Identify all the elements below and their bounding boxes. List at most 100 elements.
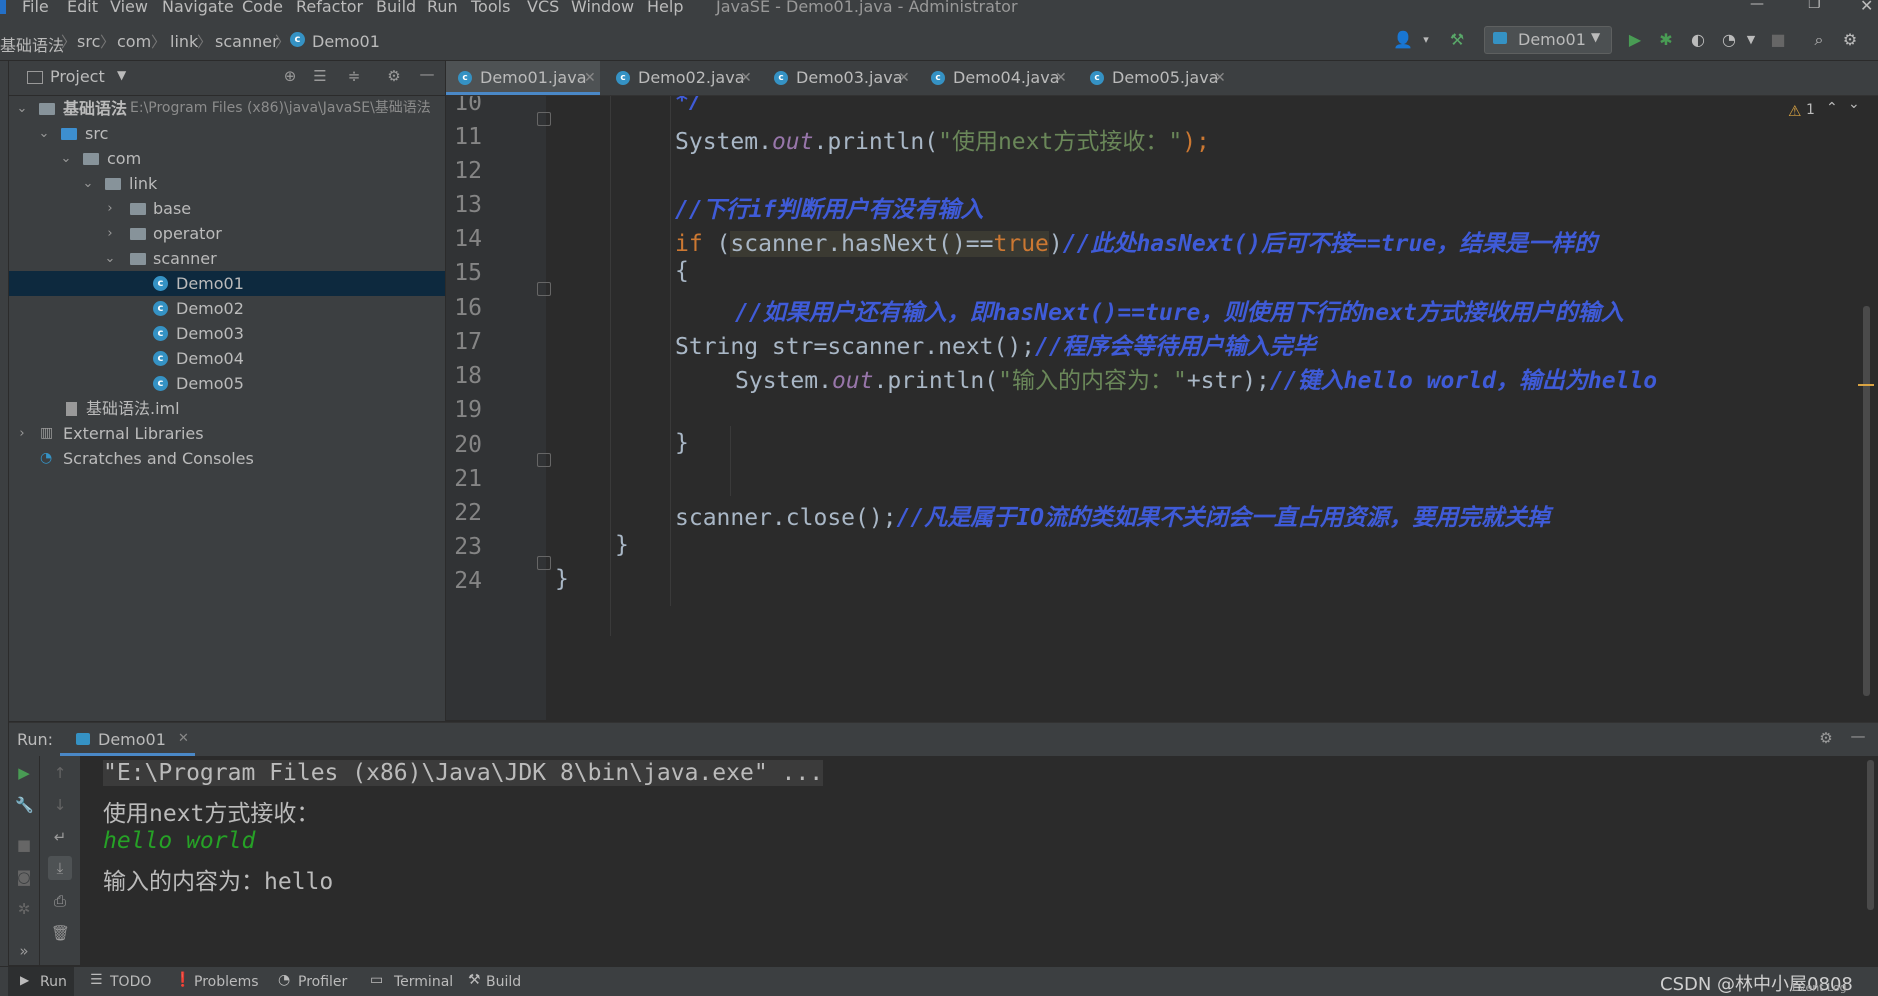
settings-gear-icon[interactable]: ⚙ [1817, 729, 1835, 747]
tab-demo01[interactable]: c Demo01.java ✕ [446, 61, 600, 95]
tool-run-button[interactable]: ▶ Run [8, 967, 74, 996]
more-icon[interactable]: » [15, 942, 33, 960]
tool-profiler-button[interactable]: ◔ Profiler [276, 967, 347, 996]
warning-icon[interactable]: ⚠ [1788, 102, 1801, 120]
tree-item-demo03[interactable]: c Demo03 [9, 321, 445, 346]
run-configuration-select[interactable]: Demo01 ▼ [1484, 26, 1612, 54]
vertical-scrollbar[interactable] [1863, 306, 1870, 696]
tree-item-iml[interactable]: 基础语法.iml [9, 396, 445, 421]
menu-refactor[interactable]: Refactor [296, 0, 363, 16]
tab-demo03[interactable]: c Demo03.java ✕ [762, 61, 914, 95]
tree-item-com[interactable]: ⌄ com [9, 146, 445, 171]
menu-tools[interactable]: Tools [471, 0, 510, 16]
minimize-icon[interactable]: — [1750, 0, 1764, 12]
tool-problems-button[interactable]: ❗ Problems [172, 967, 259, 996]
next-highlight-icon[interactable]: ⌄ [1848, 96, 1860, 112]
close-tab-icon[interactable]: ✕ [740, 61, 752, 95]
expand-all-icon[interactable]: ☰ [311, 67, 329, 85]
rerun-icon[interactable]: ▶ [15, 764, 33, 782]
tree-item-src[interactable]: ⌄ src [9, 121, 445, 146]
console-output[interactable]: "E:\Program Files (x86)\Java\JDK 8\bin\j… [81, 756, 1878, 965]
breadcrumb-scanner[interactable]: scanner [215, 32, 279, 51]
menu-vcs[interactable]: VCS [527, 0, 559, 16]
profile-icon[interactable]: ◔ [1719, 30, 1739, 50]
breadcrumb-project[interactable]: 基础语法 [0, 32, 64, 56]
stop-icon[interactable]: ■ [15, 836, 33, 854]
run-icon[interactable]: ▶ [1625, 30, 1645, 50]
tab-demo05[interactable]: c Demo05.java ✕ [1078, 61, 1230, 95]
collapse-all-icon[interactable]: ≑ [345, 67, 363, 85]
menu-file[interactable]: File [22, 0, 49, 16]
tree-item-external-libraries[interactable]: › ▥ External Libraries [9, 421, 445, 446]
breadcrumb-com[interactable]: com [117, 32, 151, 51]
tree-item-operator[interactable]: › operator [9, 221, 445, 246]
menu-window[interactable]: Window [571, 0, 634, 16]
build-hammer-icon[interactable]: ⚒ [1447, 30, 1467, 50]
tree-item-demo04[interactable]: c Demo04 [9, 346, 445, 371]
tree-item-demo01[interactable]: c Demo01 [9, 271, 445, 296]
breadcrumb-link[interactable]: link [170, 32, 198, 51]
menu-edit[interactable]: Edit [67, 0, 98, 16]
tree-item-scratches[interactable]: ◔ Scratches and Consoles [9, 446, 445, 471]
project-view-label[interactable]: Project [50, 67, 105, 86]
settings-gear-icon[interactable]: ⚙ [1840, 30, 1860, 50]
menu-navigate[interactable]: Navigate [162, 0, 234, 16]
breadcrumb-demo01[interactable]: Demo01 [312, 32, 380, 51]
hide-panel-icon[interactable]: — [418, 65, 436, 83]
up-arrow-icon[interactable]: ↑ [51, 764, 69, 782]
camera-icon[interactable]: ◙ [15, 868, 33, 886]
tree-item-demo02[interactable]: c Demo02 [9, 296, 445, 321]
event-log-button[interactable]: Event Log [1792, 981, 1847, 994]
warning-marker[interactable] [1858, 384, 1874, 386]
tool-build-button[interactable]: ⚒ Build [466, 967, 526, 996]
tree-item-link[interactable]: ⌄ link [9, 171, 445, 196]
down-arrow-icon[interactable]: ↓ [51, 796, 69, 814]
chevron-down-icon[interactable]: ▼ [117, 68, 126, 82]
fold-marker-icon[interactable] [537, 556, 551, 570]
tool-todo-button[interactable]: ☰ TODO [88, 967, 156, 996]
close-tab-icon[interactable]: ✕ [584, 61, 596, 95]
tree-item-base[interactable]: › base [9, 196, 445, 221]
menu-run[interactable]: Run [427, 0, 458, 16]
hide-panel-icon[interactable]: — [1849, 727, 1867, 745]
breadcrumb-src[interactable]: src [77, 32, 100, 51]
code-editor[interactable]: 10 11 12 13 14 15 16 17 18 19 20 21 22 2… [446, 96, 1878, 720]
menu-help[interactable]: Help [647, 0, 683, 16]
chevron-down-icon[interactable]: ▼ [1741, 30, 1761, 50]
trash-icon[interactable]: 🗑 [51, 924, 70, 942]
console-scrollbar[interactable] [1867, 760, 1874, 910]
tab-demo04[interactable]: c Demo04.java ✕ [919, 61, 1071, 95]
modify-config-wrench-icon[interactable]: 🔧 [15, 796, 34, 814]
previous-highlight-icon[interactable]: ⌃ [1826, 100, 1838, 116]
fold-marker-icon[interactable] [537, 453, 551, 467]
tree-item-scanner[interactable]: ⌄ scanner [9, 246, 445, 271]
run-tab-demo01[interactable]: Demo01 ✕ [60, 723, 195, 756]
debug-gear-icon[interactable]: ✲ [15, 900, 33, 918]
close-tab-icon[interactable]: ✕ [1214, 61, 1226, 95]
tree-item-demo05[interactable]: c Demo05 [9, 371, 445, 396]
tree-item-project-root[interactable]: ⌄ 基础语法 E:\Program Files (x86)\java\JavaS… [9, 96, 445, 121]
tab-demo02[interactable]: c Demo02.java ✕ [604, 61, 756, 95]
fold-marker-icon[interactable] [537, 112, 551, 126]
close-window-icon[interactable]: ✕ [1860, 0, 1873, 15]
chevron-down-icon[interactable]: ▾ [1416, 30, 1436, 50]
menu-view[interactable]: View [110, 0, 148, 16]
stop-icon[interactable]: ■ [1768, 30, 1788, 50]
scroll-to-end-icon[interactable]: ⤓ [48, 856, 72, 880]
tool-terminal-button[interactable]: ▭ Terminal [368, 967, 453, 996]
print-icon[interactable]: ⎙ [51, 892, 69, 910]
settings-gear-icon[interactable]: ⚙ [385, 67, 403, 85]
soft-wrap-icon[interactable]: ↵ [51, 828, 69, 846]
fold-marker-icon[interactable] [537, 282, 551, 296]
menu-code[interactable]: Code [242, 0, 283, 16]
restore-icon[interactable]: ❐ [1808, 0, 1821, 12]
close-tab-icon[interactable]: ✕ [1055, 61, 1067, 95]
close-tab-icon[interactable]: ✕ [898, 61, 910, 95]
locate-icon[interactable]: ⊕ [281, 67, 299, 85]
search-icon[interactable]: ⌕ [1809, 30, 1829, 50]
close-tab-icon[interactable]: ✕ [178, 731, 189, 746]
user-icon[interactable]: 👤 [1393, 30, 1413, 50]
coverage-icon[interactable]: ◐ [1688, 30, 1708, 50]
debug-icon[interactable]: ✱ [1656, 30, 1676, 50]
menu-build[interactable]: Build [376, 0, 416, 16]
